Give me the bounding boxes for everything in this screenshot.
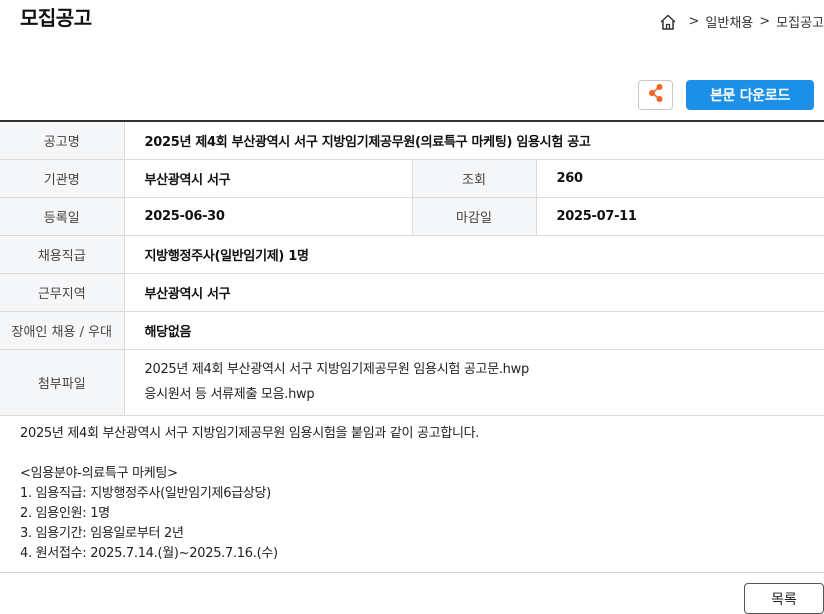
- table-row: 근무지역 부산광역시 서구: [0, 273, 824, 312]
- table-row: 장애인 채용 / 우대 해당없음: [0, 311, 824, 350]
- divider: [0, 572, 824, 573]
- deadline-label: 마감일: [412, 197, 537, 236]
- notice-body: 2025년 제4회 부산광역시 서구 지방임기제공무원 임용시험을 붙임과 같이…: [20, 424, 810, 564]
- body-intro: 2025년 제4회 부산광역시 서구 지방임기제공무원 임용시험을 붙임과 같이…: [20, 426, 480, 441]
- home-icon[interactable]: [659, 13, 677, 31]
- body-line: 4. 원서접수: 2025.7.14.(월)~2025.7.16.(수): [20, 546, 278, 561]
- list-button[interactable]: 목록: [744, 583, 824, 614]
- breadcrumb-separator: >: [688, 14, 700, 29]
- notice-name-label: 공고명: [0, 121, 125, 160]
- region-value: 부산광역시 서구: [124, 273, 824, 312]
- notice-info-table: 공고명 2025년 제4회 부산광역시 서구 지방임기제공무원(의료특구 마케팅…: [0, 120, 824, 416]
- attachment-link[interactable]: 응시원서 등 서류제출 모음.hwp: [145, 382, 824, 407]
- download-body-button[interactable]: 본문 다운로드: [686, 80, 814, 110]
- attachments-label: 첨부파일: [0, 349, 125, 416]
- share-button[interactable]: [638, 80, 673, 110]
- table-row: 등록일 2025-06-30 마감일 2025-07-11: [0, 197, 824, 236]
- table-row: 공고명 2025년 제4회 부산광역시 서구 지방임기제공무원(의료특구 마케팅…: [0, 121, 824, 160]
- table-row: 채용직급 지방행정주사(일반임기제) 1명: [0, 235, 824, 274]
- table-row: 기관명 부산광역시 서구 조회 260: [0, 159, 824, 198]
- region-label: 근무지역: [0, 273, 125, 312]
- body-section-title: <임용분야-의료특구 마케팅>: [20, 466, 178, 481]
- breadcrumb-item-general-recruit[interactable]: 일반채용: [705, 12, 753, 31]
- body-line: 3. 임용기간: 임용일로부터 2년: [20, 526, 184, 541]
- disability-label: 장애인 채용 / 우대: [0, 311, 125, 350]
- registered-date-value: 2025-06-30: [124, 197, 413, 236]
- views-label: 조회: [412, 159, 537, 198]
- agency-value: 부산광역시 서구: [124, 159, 413, 198]
- registered-date-label: 등록일: [0, 197, 125, 236]
- views-value: 260: [536, 159, 824, 198]
- share-icon: [647, 83, 665, 107]
- page-title: 모집공고: [20, 6, 92, 30]
- grade-value: 지방행정주사(일반임기제) 1명: [124, 235, 824, 274]
- deadline-value: 2025-07-11: [536, 197, 824, 236]
- table-row: 첨부파일 2025년 제4회 부산광역시 서구 지방임기제공무원 임용시험 공고…: [0, 349, 824, 416]
- attachment-link[interactable]: 2025년 제4회 부산광역시 서구 지방임기제공무원 임용시험 공고문.hwp: [145, 357, 824, 382]
- breadcrumb: > 일반채용 > 모집공고: [659, 12, 824, 31]
- attachments-list: 2025년 제4회 부산광역시 서구 지방임기제공무원 임용시험 공고문.hwp…: [124, 349, 824, 416]
- agency-label: 기관명: [0, 159, 125, 198]
- breadcrumb-separator: >: [759, 14, 771, 29]
- body-line: 1. 임용직급: 지방행정주사(일반임기제6급상당): [20, 486, 271, 501]
- breadcrumb-item-notice[interactable]: 모집공고: [776, 12, 824, 31]
- notice-name-value: 2025년 제4회 부산광역시 서구 지방임기제공무원(의료특구 마케팅) 임용…: [124, 121, 824, 160]
- disability-value: 해당없음: [124, 311, 824, 350]
- grade-label: 채용직급: [0, 235, 125, 274]
- body-line: 2. 임용인원: 1명: [20, 506, 110, 521]
